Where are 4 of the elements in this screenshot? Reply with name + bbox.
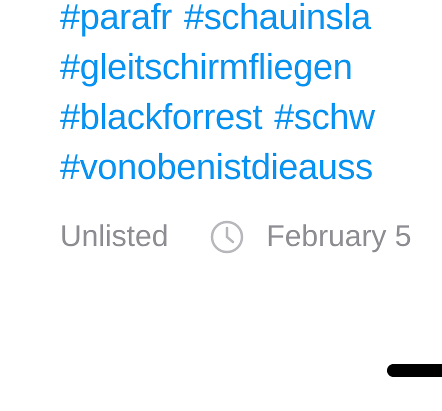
home-indicator [387,364,442,377]
clock-icon [210,220,244,254]
post-date: February 5 [266,219,412,255]
visibility-label: Unlisted [60,219,168,255]
